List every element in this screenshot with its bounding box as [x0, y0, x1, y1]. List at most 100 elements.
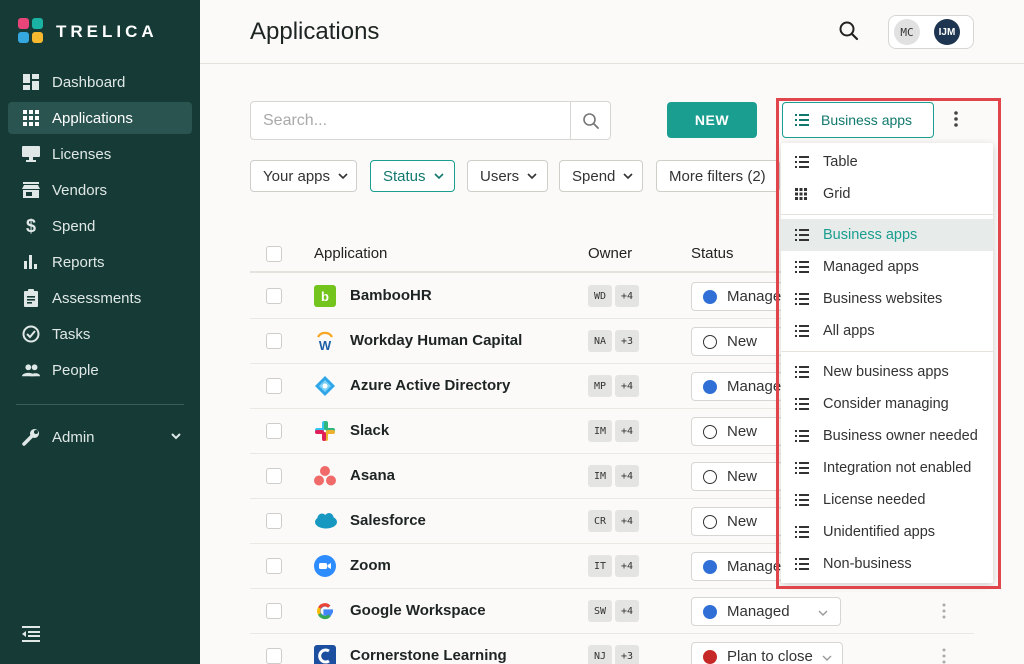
- sidebar-item-people[interactable]: People: [8, 354, 192, 386]
- menu-item-license-needed[interactable]: License needed: [781, 484, 993, 516]
- app-name[interactable]: Asana: [350, 467, 395, 484]
- status-dropdown[interactable]: Plan to close: [691, 642, 843, 664]
- logo-icon: [18, 18, 46, 46]
- menu-item-label: All apps: [823, 323, 875, 339]
- sidebar-item-label: Vendors: [52, 181, 108, 199]
- owner-chip: IM: [588, 465, 612, 487]
- sidebar-item-assessments[interactable]: Assessments: [8, 282, 192, 314]
- menu-item-non-business[interactable]: Non-business: [781, 548, 993, 580]
- owner-extra-chip: +4: [615, 420, 639, 442]
- sidebar: TRELICA Dashboard Applications Licenses …: [0, 0, 200, 664]
- menu-item-label: Non-business: [823, 556, 912, 572]
- filter-spend[interactable]: Spend: [559, 160, 643, 192]
- sidebar-item-reports[interactable]: Reports: [8, 246, 192, 278]
- user-avatars[interactable]: MC IJM: [888, 15, 974, 49]
- more-options-icon[interactable]: [950, 110, 962, 133]
- row-checkbox[interactable]: [266, 333, 282, 349]
- row-checkbox[interactable]: [266, 288, 282, 304]
- row-checkbox[interactable]: [266, 513, 282, 529]
- menu-item-label: Table: [823, 154, 858, 170]
- menu-item-consider-managing[interactable]: Consider managing: [781, 388, 993, 420]
- sidebar-item-licenses[interactable]: Licenses: [8, 138, 192, 170]
- app-name[interactable]: Zoom: [350, 557, 391, 574]
- owner-chips: IM +4: [588, 465, 639, 487]
- owner-extra-chip: +3: [615, 330, 639, 352]
- filter-users[interactable]: Users: [467, 160, 548, 192]
- row-checkbox[interactable]: [266, 558, 282, 574]
- app-name[interactable]: BambooHR: [350, 287, 432, 304]
- grid-icon: [795, 187, 809, 201]
- view-selector-button[interactable]: Business apps: [782, 102, 934, 138]
- wrench-icon: [22, 428, 40, 446]
- sidebar-item-applications[interactable]: Applications: [8, 102, 192, 134]
- filter-status[interactable]: Status: [370, 160, 455, 192]
- sidebar-item-vendors[interactable]: Vendors: [8, 174, 192, 206]
- search-input[interactable]: [251, 102, 571, 139]
- row-more-options-icon[interactable]: [942, 603, 946, 624]
- status-dropdown[interactable]: Managed: [691, 282, 783, 311]
- menu-item-all-apps[interactable]: All apps: [781, 315, 993, 347]
- owner-chips: NA +3: [588, 330, 639, 352]
- app-name[interactable]: Slack: [350, 422, 389, 439]
- menu-item-integration-not-enabled[interactable]: Integration not enabled: [781, 452, 993, 484]
- menu-item-business-owner-needed[interactable]: Business owner needed: [781, 420, 993, 452]
- app-name[interactable]: Salesforce: [350, 512, 426, 529]
- app-name[interactable]: Azure Active Directory: [350, 377, 510, 394]
- menu-item-business-websites[interactable]: Business websites: [781, 283, 993, 315]
- menu-item-business-apps[interactable]: Business apps: [781, 219, 993, 251]
- column-header-application[interactable]: Application: [314, 245, 387, 262]
- svg-text:W: W: [319, 338, 332, 352]
- list-icon: [795, 429, 809, 443]
- brand-logo[interactable]: TRELICA: [18, 18, 158, 46]
- sidebar-item-label: Licenses: [52, 145, 112, 163]
- status-dropdown[interactable]: Managed: [691, 597, 841, 626]
- new-button[interactable]: NEW: [667, 102, 757, 138]
- status-dropdown[interactable]: New: [691, 462, 783, 491]
- status-label: New: [727, 513, 758, 530]
- sidebar-item-admin[interactable]: Admin: [8, 421, 192, 453]
- table-row[interactable]: Google Workspace SW +4 Managed: [250, 589, 974, 634]
- menu-item-table[interactable]: Table: [781, 146, 993, 178]
- list-icon: [795, 461, 809, 475]
- app-name[interactable]: Workday Human Capital: [350, 332, 522, 349]
- menu-item-managed-apps[interactable]: Managed apps: [781, 251, 993, 283]
- sidebar-item-dashboard[interactable]: Dashboard: [8, 66, 192, 98]
- status-dropdown[interactable]: New: [691, 417, 783, 446]
- menu-item-new-business-apps[interactable]: New business apps: [781, 356, 993, 388]
- column-header-owner[interactable]: Owner: [588, 245, 632, 262]
- filter-label: Status: [383, 167, 426, 185]
- owner-chip: MP: [588, 375, 612, 397]
- app-name[interactable]: Google Workspace: [350, 602, 486, 619]
- filter-more[interactable]: More filters (2): [656, 160, 780, 192]
- status-dot-icon: [703, 424, 717, 439]
- status-dot-icon: [703, 379, 717, 394]
- menu-item-unidentified-apps[interactable]: Unidentified apps: [781, 516, 993, 548]
- menu-item-grid[interactable]: Grid: [781, 178, 993, 210]
- search-button[interactable]: [570, 102, 610, 139]
- sidebar-item-tasks[interactable]: Tasks: [8, 318, 192, 350]
- select-all-checkbox[interactable]: [266, 246, 282, 262]
- column-header-status[interactable]: Status: [691, 245, 734, 262]
- filter-your-apps[interactable]: Your apps: [250, 160, 357, 192]
- sidebar-item-spend[interactable]: $ Spend: [8, 210, 192, 242]
- status-dropdown[interactable]: New: [691, 327, 783, 356]
- status-dropdown[interactable]: Managed: [691, 552, 783, 581]
- chevron-down-icon: [623, 168, 633, 185]
- row-checkbox[interactable]: [266, 648, 282, 664]
- app-name[interactable]: Cornerstone Learning: [350, 647, 507, 664]
- collapse-sidebar-icon[interactable]: [22, 626, 42, 647]
- row-checkbox[interactable]: [266, 603, 282, 619]
- row-checkbox[interactable]: [266, 423, 282, 439]
- row-checkbox[interactable]: [266, 378, 282, 394]
- row-checkbox[interactable]: [266, 468, 282, 484]
- chevron-down-icon: [818, 610, 828, 616]
- table-row[interactable]: Cornerstone Learning NJ +3 Plan to close: [250, 634, 974, 664]
- row-more-options-icon[interactable]: [942, 648, 946, 664]
- owner-chips: IM +4: [588, 420, 639, 442]
- status-dropdown[interactable]: Managed: [691, 372, 783, 401]
- status-dropdown[interactable]: New: [691, 507, 783, 536]
- menu-item-label: Consider managing: [823, 396, 949, 412]
- sidebar-item-label: Assessments: [52, 289, 142, 307]
- search-icon[interactable]: [838, 20, 860, 47]
- search-box: [250, 101, 611, 140]
